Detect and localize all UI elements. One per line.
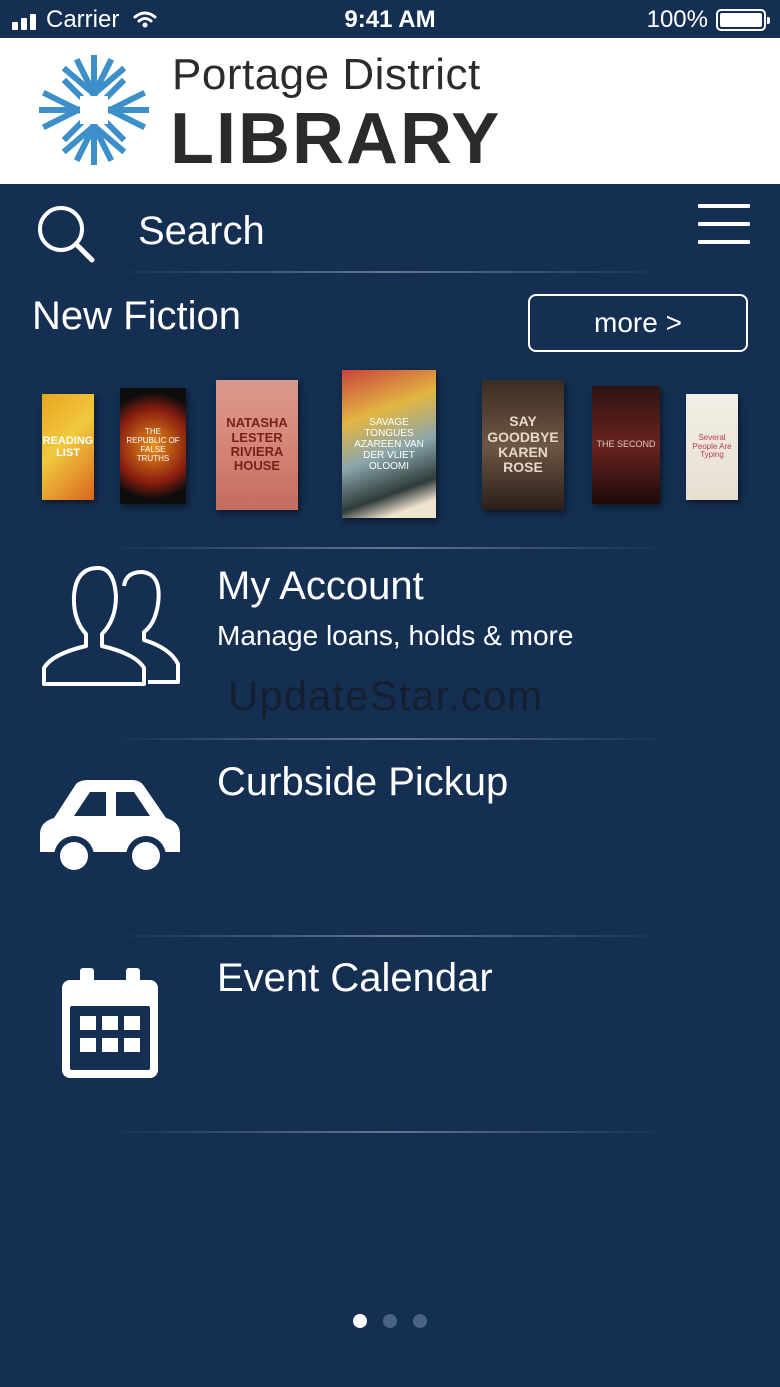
battery-percent: 100% bbox=[646, 6, 708, 33]
users-icon bbox=[42, 566, 180, 686]
search-icon[interactable] bbox=[34, 202, 96, 264]
hamburger-menu-icon[interactable] bbox=[698, 204, 750, 250]
more-button[interactable]: more > bbox=[528, 294, 748, 352]
search-input[interactable] bbox=[138, 206, 598, 256]
logo-text-line1: Portage District bbox=[172, 50, 481, 99]
battery-icon bbox=[716, 9, 770, 31]
divider bbox=[110, 738, 670, 740]
calendar-icon bbox=[62, 968, 158, 1078]
logo-text-line2: LIBRARY bbox=[170, 99, 502, 179]
status-right: 100% bbox=[646, 6, 770, 34]
book-carousel[interactable]: READING LIST THE REPUBLIC OF FALSE TRUTH… bbox=[0, 360, 780, 530]
divider bbox=[110, 935, 670, 937]
event-calendar-title: Event Calendar bbox=[217, 956, 493, 1000]
page-dot[interactable] bbox=[413, 1314, 427, 1328]
book-cover[interactable]: THE REPUBLIC OF FALSE TRUTHS bbox=[120, 388, 186, 504]
my-account-subtitle: Manage loans, holds & more bbox=[217, 620, 574, 651]
book-cover[interactable]: NATASHA LESTER RIVIERA HOUSE bbox=[216, 380, 298, 510]
book-cover[interactable]: SAY GOODBYE KAREN ROSE bbox=[482, 380, 564, 510]
watermark: UpdateStar.com bbox=[228, 672, 544, 719]
section-title-new-fiction: New Fiction bbox=[32, 294, 241, 338]
event-calendar-row[interactable]: Event Calendar bbox=[0, 938, 780, 1128]
curbside-pickup-title: Curbside Pickup bbox=[217, 760, 509, 804]
page-dot[interactable] bbox=[383, 1314, 397, 1328]
my-account-title: My Account bbox=[217, 564, 424, 608]
library-logo-icon bbox=[39, 55, 149, 165]
header: Portage District LIBRARY bbox=[0, 38, 780, 184]
page-dot[interactable] bbox=[353, 1314, 367, 1328]
book-cover[interactable]: THE SECOND bbox=[592, 386, 660, 504]
search-bar bbox=[0, 186, 780, 274]
book-cover[interactable]: READING LIST bbox=[42, 394, 94, 500]
status-bar: Carrier 9:41 AM 100% bbox=[0, 0, 780, 38]
page-indicator[interactable] bbox=[0, 1314, 780, 1328]
book-cover[interactable]: Several People Are Typing bbox=[686, 394, 738, 500]
divider bbox=[110, 1131, 670, 1133]
book-cover[interactable]: SAVAGE TONGUES AZAREEN VAN DER VLIET OLO… bbox=[342, 370, 436, 518]
car-icon bbox=[40, 780, 180, 876]
curbside-pickup-row[interactable]: Curbside Pickup bbox=[0, 742, 780, 932]
divider bbox=[110, 271, 670, 273]
divider bbox=[110, 547, 670, 549]
